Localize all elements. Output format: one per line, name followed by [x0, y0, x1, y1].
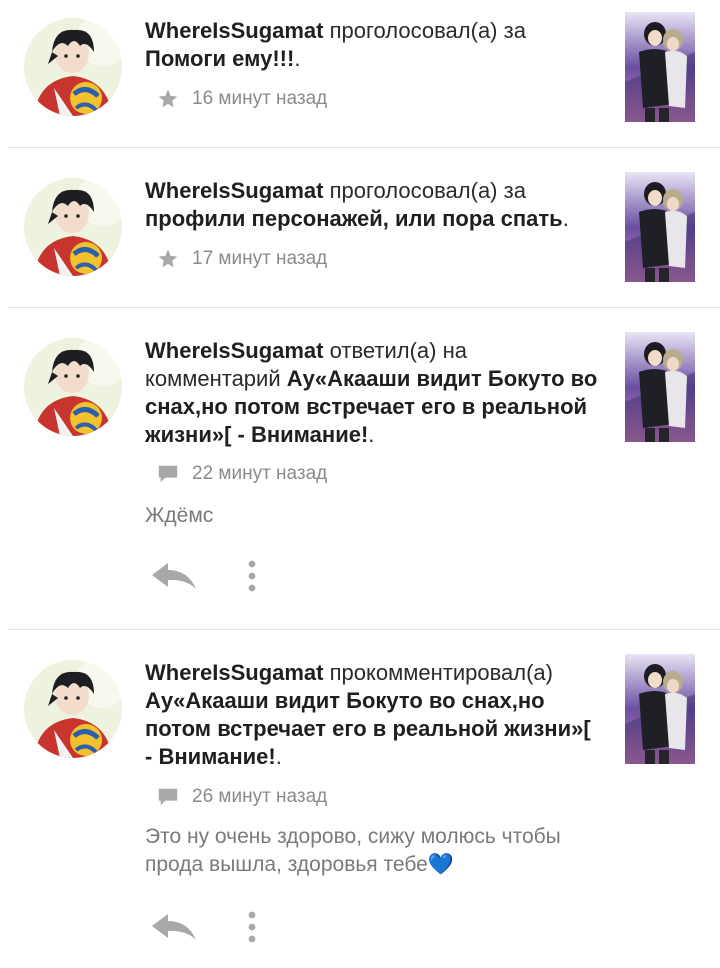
reply-icon[interactable]	[150, 561, 198, 591]
timestamp: 22 минут назад	[192, 463, 328, 484]
divider	[8, 147, 720, 148]
timestamp: 16 минут назад	[192, 88, 328, 109]
story-cover-image	[625, 654, 695, 764]
story-thumbnail[interactable]	[625, 12, 695, 122]
username-link[interactable]: WhereIsSugamat	[145, 18, 324, 43]
target-link[interactable]: профили персонажей, или пора спать	[145, 206, 563, 231]
story-thumbnail[interactable]	[625, 654, 695, 764]
username-link[interactable]: WhereIsSugamat	[145, 338, 324, 363]
activity-verb: прокомментировал(а)	[329, 660, 553, 685]
username-link[interactable]: WhereIsSugamat	[145, 660, 324, 685]
activity-suffix: .	[562, 206, 569, 231]
activity-suffix: .	[294, 46, 301, 71]
activity-verb: проголосовал(а) за	[329, 18, 526, 43]
activity-suffix: .	[368, 422, 375, 447]
activity-meta: 17 минут назад	[157, 247, 327, 271]
activity-feed: WhereIsSugamat проголосовал(а) за Помоги…	[0, 0, 720, 968]
activity-text: WhereIsSugamat прокомментировал(а) Ау«Ак…	[145, 659, 600, 771]
story-cover-image	[625, 12, 695, 122]
story-cover-image	[625, 172, 695, 282]
avatar[interactable]	[24, 178, 122, 276]
target-link[interactable]: Помоги ему!!!	[145, 46, 294, 71]
avatar-image	[24, 18, 122, 116]
comment-actions	[150, 559, 258, 593]
avatar[interactable]	[24, 18, 122, 116]
reply-icon[interactable]	[150, 912, 198, 942]
avatar[interactable]	[24, 338, 122, 436]
comment-text: Это ну очень здорово, сижу молюсь чтобы …	[145, 825, 561, 876]
avatar-image	[24, 178, 122, 276]
star-icon	[158, 249, 178, 268]
more-options-icon[interactable]	[246, 559, 258, 593]
comment-icon	[158, 465, 178, 483]
username-link[interactable]: WhereIsSugamat	[145, 178, 324, 203]
timestamp: 26 минут назад	[192, 786, 328, 807]
star-icon	[158, 89, 178, 108]
story-cover-image	[625, 332, 695, 442]
divider	[8, 629, 720, 630]
activity-meta: 16 минут назад	[157, 87, 327, 111]
activity-verb: проголосовал(а) за	[329, 178, 526, 203]
comment-actions	[150, 910, 258, 944]
activity-meta: 26 минут назад	[157, 785, 327, 809]
avatar-image	[24, 338, 122, 436]
activity-text: WhereIsSugamat ответил(а) на комментарий…	[145, 337, 600, 449]
activity-meta: 22 минут назад	[157, 462, 327, 486]
more-options-icon[interactable]	[246, 910, 258, 944]
comment-icon	[158, 788, 178, 806]
activity-suffix: .	[275, 744, 282, 769]
story-thumbnail[interactable]	[625, 172, 695, 282]
activity-text: WhereIsSugamat проголосовал(а) за профил…	[145, 177, 600, 233]
timestamp: 17 минут назад	[192, 248, 328, 269]
avatar-image	[24, 660, 122, 758]
target-link[interactable]: Ау«Акааши видит Бокуто во снах,но потом …	[145, 688, 591, 769]
story-thumbnail[interactable]	[625, 332, 695, 442]
divider	[8, 307, 720, 308]
avatar[interactable]	[24, 660, 122, 758]
comment-text: Ждёмс	[145, 504, 214, 527]
activity-text: WhereIsSugamat проголосовал(а) за Помоги…	[145, 17, 600, 73]
